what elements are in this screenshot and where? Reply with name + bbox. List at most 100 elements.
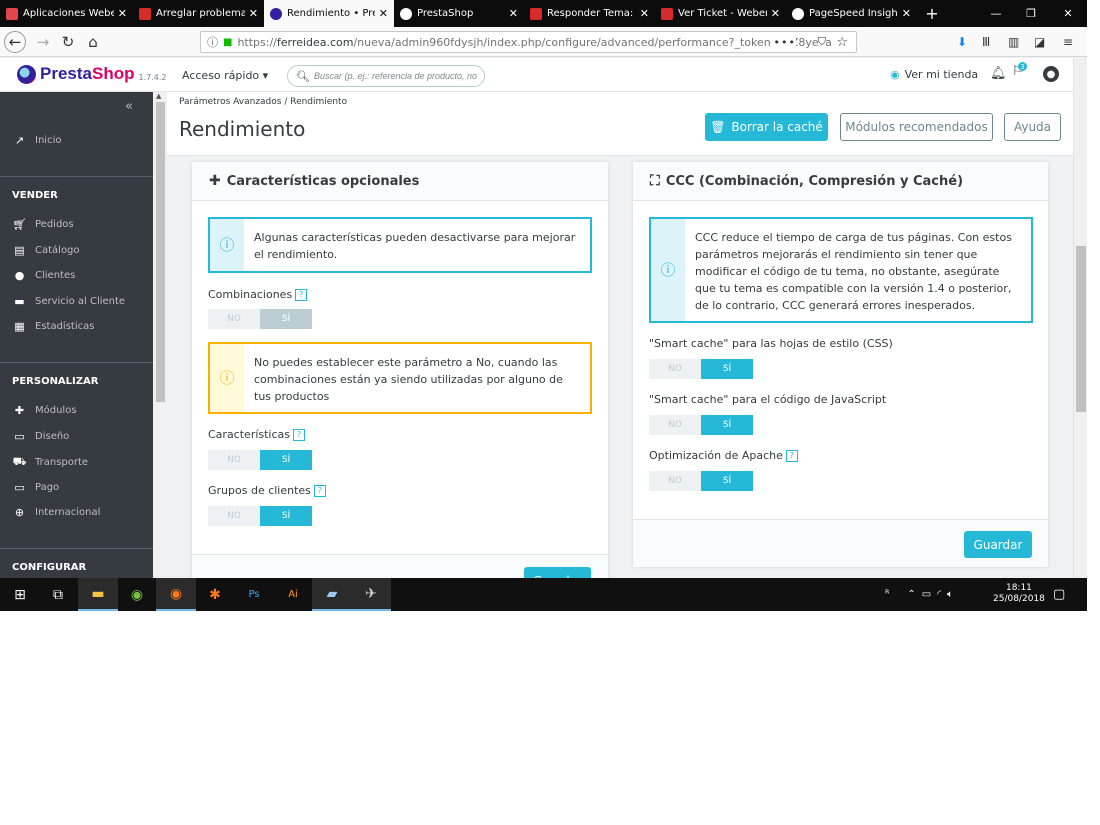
home-icon[interactable]: ⌂ — [82, 31, 104, 53]
view-shop-link[interactable]: ◉ Ver mi tienda — [890, 68, 978, 81]
task-view-icon[interactable]: ⧉ — [38, 578, 78, 611]
chrome-icon[interactable]: ◉ — [117, 578, 157, 611]
sidebar-item-pedidos[interactable]: 🛒︎ Pedidos — [12, 218, 74, 231]
file-explorer-icon[interactable]: ▬ — [78, 578, 118, 611]
volume-icon[interactable]: 🔈︎ — [947, 589, 953, 600]
extension-icon[interactable]: ◪ — [1034, 35, 1045, 49]
switch-no[interactable]: NO — [649, 471, 701, 491]
chevron-up-icon[interactable]: ⌃ — [907, 589, 915, 600]
browser-tab[interactable]: PrestaShop ✕ — [394, 0, 524, 27]
notifications-center-icon[interactable]: ▢ — [1053, 587, 1065, 602]
avast-icon[interactable]: ✱ — [195, 578, 235, 611]
switch-yes[interactable]: SÍ — [260, 309, 312, 329]
sidebar-item-catalogo[interactable]: ▤ Catálogo — [12, 244, 79, 257]
combinations-switch[interactable]: NO SÍ — [208, 309, 312, 329]
close-tab-icon[interactable]: ✕ — [118, 7, 127, 20]
wifi-icon[interactable]: ◜ — [937, 589, 941, 600]
switch-yes[interactable]: SÍ — [701, 359, 753, 379]
switch-yes[interactable]: SÍ — [701, 415, 753, 435]
sidebar-item-estadisticas[interactable]: ▦ Estadísticas — [12, 320, 94, 333]
account-icon[interactable]: ● — [1043, 66, 1059, 82]
switch-no[interactable]: NO — [208, 309, 260, 329]
minimize-icon[interactable]: — — [978, 0, 1014, 27]
sidebar-item-internacional[interactable]: ⊕ Internacional — [12, 506, 101, 519]
pocket-icon[interactable]: ⛉ — [817, 35, 826, 49]
browser-tab[interactable]: Aplicaciones Webe ✕ — [0, 0, 133, 27]
info-icon[interactable]: ⓘ — [207, 34, 218, 50]
switch-no[interactable]: NO — [649, 359, 701, 379]
close-tab-icon[interactable]: ✕ — [379, 7, 388, 20]
collapse-sidebar-icon[interactable]: « — [125, 99, 133, 114]
sidebar-toggle-icon[interactable]: ▥ — [1008, 35, 1019, 49]
breadcrumb[interactable]: Parámetros Avanzados / Rendimiento — [179, 97, 347, 107]
save-button[interactable]: Guardar — [964, 531, 1032, 558]
help-icon[interactable]: ? — [293, 428, 306, 441]
smart-cache-js-switch[interactable]: NO SÍ — [649, 415, 753, 435]
sidebar-item-clientes[interactable]: ● Clientes — [12, 269, 76, 282]
sidebar-item-inicio[interactable]: ↗ Inicio — [12, 134, 62, 147]
close-tab-icon[interactable]: ✕ — [509, 7, 518, 20]
back-icon[interactable]: ← — [4, 31, 26, 53]
close-tab-icon[interactable]: ✕ — [249, 7, 258, 20]
filezilla-icon[interactable]: ✈ — [351, 578, 391, 611]
bell-icon[interactable]: 🔔︎ — [990, 66, 1007, 81]
bookmark-star-icon[interactable]: ☆ — [836, 35, 848, 50]
help-icon[interactable]: ? — [295, 288, 308, 301]
windows-start-icon[interactable]: ⊞ — [0, 578, 40, 611]
window-close-icon[interactable]: ✕ — [1050, 0, 1086, 27]
browser-tab-active[interactable]: Rendimiento • Prest✕ — [264, 0, 394, 27]
reload-icon[interactable]: ↻ — [57, 31, 79, 53]
new-tab-button[interactable]: + — [917, 0, 947, 27]
sidebar-item-transporte[interactable]: ⛟ Transporte — [12, 455, 89, 470]
recommended-modules-button[interactable]: Módulos recomendados — [840, 113, 993, 141]
scrollbar-thumb[interactable] — [156, 102, 165, 402]
close-tab-icon[interactable]: ✕ — [771, 7, 780, 20]
help-icon[interactable]: ? — [785, 449, 798, 462]
menu-icon[interactable]: ≡ — [1063, 35, 1073, 49]
switch-yes[interactable]: SÍ — [701, 471, 753, 491]
search-input[interactable]: 🔍︎ Buscar (p. ej.: referencia de product… — [287, 65, 485, 87]
features-switch[interactable]: NO SÍ — [208, 450, 312, 470]
switch-yes[interactable]: SÍ — [260, 450, 312, 470]
customer-groups-switch[interactable]: NO SÍ — [208, 506, 312, 526]
sidebar-item-diseno[interactable]: ▭ Diseño — [12, 430, 69, 443]
scroll-up-icon[interactable]: ▲ — [156, 92, 161, 100]
prestashop-logo[interactable]: PrestaShop 1.7.4.2 — [17, 64, 166, 84]
sidebar-item-modulos[interactable]: ✚ Módulos — [12, 404, 77, 417]
switch-yes[interactable]: SÍ — [260, 506, 312, 526]
notifications-icon[interactable]: ⚐ 3 — [1012, 62, 1027, 79]
sidebar-item-pago[interactable]: ▭ Pago — [12, 481, 59, 494]
people-icon[interactable]: ᴿ — [885, 589, 889, 600]
clear-cache-button[interactable]: 🗑︎ Borrar la caché — [705, 113, 828, 141]
apache-optimization-switch[interactable]: NO SÍ — [649, 471, 753, 491]
illustrator-icon[interactable]: Ai — [273, 578, 313, 611]
sidebar-scrollbar[interactable]: ▲ — [153, 92, 167, 578]
browser-tab[interactable]: Responder Tema: P ✕ — [524, 0, 655, 27]
page-scrollbar[interactable] — [1073, 58, 1087, 578]
firefox-icon[interactable]: ◉ — [156, 578, 196, 611]
help-button[interactable]: Ayuda — [1004, 113, 1061, 141]
clock[interactable]: 18:11 25/08/2018 — [993, 583, 1045, 605]
browser-tab[interactable]: Arreglar problemas ✕ — [133, 0, 264, 27]
help-icon[interactable]: ? — [313, 484, 326, 497]
sidebar-item-servicio[interactable]: ▬ Servicio al Cliente — [12, 295, 125, 308]
notepad-icon[interactable]: ▰ — [312, 578, 352, 611]
scrollbar-thumb[interactable] — [1076, 246, 1086, 412]
library-icon[interactable]: Ⅲ — [982, 35, 990, 49]
page-actions-icon[interactable]: ••• — [769, 35, 796, 49]
browser-tab[interactable]: PageSpeed Insights ✕ — [786, 0, 917, 27]
forward-icon[interactable]: → — [32, 31, 54, 53]
close-tab-icon[interactable]: ✕ — [640, 7, 649, 20]
download-icon[interactable]: ⬇ — [957, 35, 967, 49]
switch-no[interactable]: NO — [649, 415, 701, 435]
switch-no[interactable]: NO — [208, 450, 260, 470]
switch-no[interactable]: NO — [208, 506, 260, 526]
photoshop-icon[interactable]: Ps — [234, 578, 274, 611]
quick-access-dropdown[interactable]: Acceso rápido ▾ — [182, 69, 268, 82]
smart-cache-css-switch[interactable]: NO SÍ — [649, 359, 753, 379]
restore-icon[interactable]: ❐ — [1013, 0, 1049, 27]
url-bar[interactable]: ⓘ ■ https://ferreidea.com/nueva/admin960… — [200, 31, 857, 53]
close-tab-icon[interactable]: ✕ — [902, 7, 911, 20]
battery-icon[interactable]: ▭ — [922, 589, 931, 600]
browser-tab[interactable]: Ver Ticket - Webem ✕ — [655, 0, 786, 27]
